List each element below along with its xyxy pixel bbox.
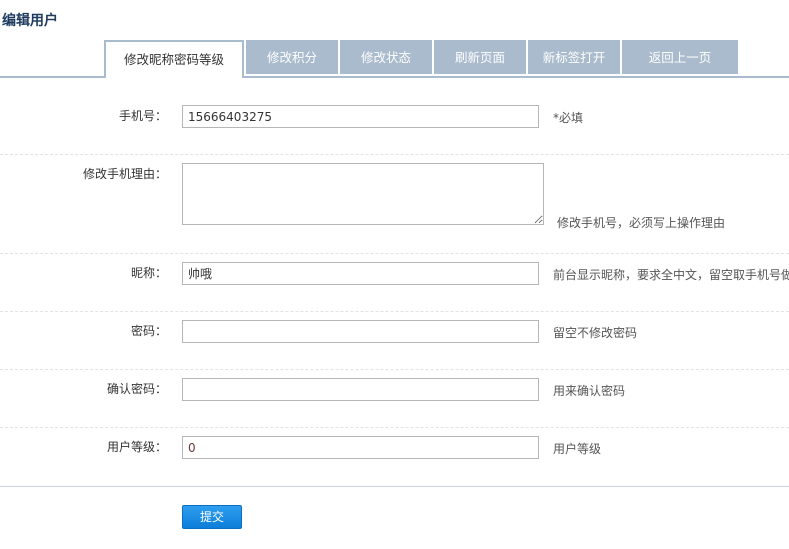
level-label: 用户等级： [106,440,167,454]
page-title: 编辑用户 [2,13,58,29]
nickname-hint: 前台显示昵称，要求全中文，留空取手机号做 [553,268,789,282]
confirm-password-row: 确认密码： 用来确认密码 [0,370,789,428]
password-row: 密码： 留空不修改密码 [0,312,789,370]
form-divider [0,486,789,487]
tab-edit-points[interactable]: 修改积分 [246,40,338,74]
nickname-input[interactable] [182,262,539,285]
confirm-password-label: 确认密码： [106,382,167,396]
phone-row: 手机号： *必填 [0,96,789,155]
phone-label: 手机号： [118,109,167,123]
phone-input[interactable] [182,105,539,128]
level-hint: 用户等级 [553,442,602,456]
password-label: 密码： [130,324,167,338]
nickname-row: 昵称： 前台显示昵称，要求全中文，留空取手机号做 [0,254,789,312]
reason-row: 修改手机理由： 修改手机号，必须写上操作理由 [0,155,789,254]
level-row: 用户等级： 用户等级 [0,428,789,486]
tab-bar: 修改昵称密码等级 修改积分 修改状态 刷新页面 新标签打开 返回上一页 [0,40,789,78]
tab-go-back[interactable]: 返回上一页 [622,40,738,74]
tab-refresh[interactable]: 刷新页面 [434,40,526,74]
reason-label: 修改手机理由： [82,167,167,181]
phone-hint: *必填 [553,111,584,125]
confirm-password-input[interactable] [182,378,539,401]
password-hint: 留空不修改密码 [553,326,638,340]
reason-textarea[interactable] [182,163,544,225]
confirm-password-hint: 用来确认密码 [553,384,626,398]
submit-button[interactable]: 提交 [182,505,242,529]
tab-open-new[interactable]: 新标签打开 [528,40,620,74]
password-input[interactable] [182,320,539,343]
nickname-label: 昵称： [130,266,167,280]
tab-edit-status[interactable]: 修改状态 [340,40,432,74]
tab-edit-profile[interactable]: 修改昵称密码等级 [104,40,244,78]
level-input[interactable] [182,436,539,459]
reason-hint: 修改手机号，必须写上操作理由 [557,216,726,230]
